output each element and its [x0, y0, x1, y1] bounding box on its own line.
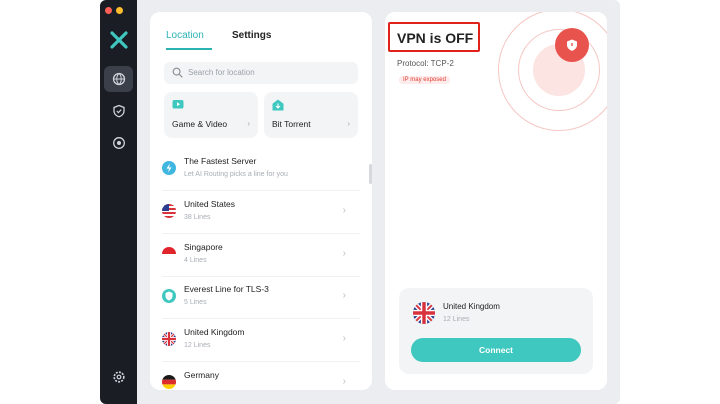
server-subtitle: 12 Lines [184, 342, 211, 349]
sidebar [100, 0, 137, 404]
sidebar-item-location[interactable] [104, 66, 133, 92]
connect-button[interactable]: Connect [411, 338, 581, 362]
selected-location-lines: 12 Lines [443, 316, 470, 323]
list-item-singapore[interactable]: Singapore 4 Lines › [150, 236, 364, 278]
chevron-right-icon[interactable]: › [343, 205, 346, 216]
status-panel: VPN is OFF Protocol: TCP-2 IP may expose… [385, 12, 607, 390]
uk-flag-icon [413, 302, 435, 324]
tab-settings[interactable]: Settings [232, 30, 271, 41]
game-video-icon [172, 100, 184, 109]
chevron-right-icon[interactable]: › [343, 376, 346, 387]
list-item-united-states[interactable]: United States 38 Lines › [150, 193, 364, 235]
server-subtitle: 4 Lines [184, 257, 207, 264]
sidebar-item-settings[interactable] [104, 364, 133, 390]
de-flag-icon [162, 375, 176, 389]
bit-torrent-icon [272, 99, 284, 111]
globe-icon [112, 72, 125, 86]
vpn-toggle-button[interactable] [555, 28, 589, 62]
server-name: Germany [184, 370, 219, 380]
app-window: Location Settings Search for location Ga… [100, 0, 620, 404]
gear-icon [112, 371, 125, 383]
server-name: The Fastest Server [184, 156, 257, 166]
server-subtitle: Let AI Routing picks a line for you [184, 171, 288, 178]
protocol-label: Protocol: TCP-2 [397, 59, 454, 68]
active-tab-indicator [166, 48, 212, 50]
app-logo-icon [110, 31, 128, 49]
ripple-decoration [473, 12, 607, 154]
divider [162, 276, 360, 277]
chevron-right-icon[interactable]: › [343, 248, 346, 259]
shield-check-icon [112, 104, 125, 118]
chevron-right-icon: › [347, 119, 350, 128]
us-flag-icon [162, 204, 176, 218]
server-name: Singapore [184, 242, 223, 252]
sidebar-item-target[interactable] [104, 130, 133, 156]
divider [162, 233, 360, 234]
search-icon [172, 67, 183, 78]
server-name: Everest Line for TLS-3 [184, 284, 269, 294]
location-panel: Location Settings Search for location Ga… [150, 12, 372, 390]
divider [162, 190, 360, 191]
list-item-germany[interactable]: Germany › [150, 364, 364, 390]
lightning-icon [162, 161, 176, 175]
highlight-box [388, 22, 480, 52]
search-placeholder: Search for location [188, 68, 255, 77]
ip-exposed-badge: IP may exposed [399, 76, 450, 84]
connection-card: United Kingdom 12 Lines Connect [399, 288, 593, 374]
chevron-right-icon[interactable]: › [343, 290, 346, 301]
list-item-united-kingdom[interactable]: United Kingdom 12 Lines › [150, 321, 364, 363]
server-name: United States [184, 199, 236, 209]
chevron-right-icon: › [247, 119, 250, 128]
selected-location-name: United Kingdom [443, 302, 500, 311]
server-subtitle: 38 Lines [184, 214, 211, 221]
category-label: Bit Torrent [272, 119, 311, 129]
sidebar-item-security[interactable] [104, 98, 133, 124]
list-item-fastest-server[interactable]: The Fastest Server Let AI Routing picks … [150, 150, 364, 192]
close-window-button[interactable] [105, 7, 112, 14]
uk-flag-icon [162, 332, 176, 346]
shield-icon [162, 289, 176, 303]
tab-location[interactable]: Location [166, 30, 204, 41]
shield-icon [567, 39, 577, 51]
server-subtitle: 5 Lines [184, 299, 207, 306]
category-game-video[interactable]: Game & Video › [164, 92, 258, 138]
category-bit-torrent[interactable]: Bit Torrent › [264, 92, 358, 138]
minimize-window-button[interactable] [116, 7, 123, 14]
list-item-everest-line[interactable]: Everest Line for TLS-3 5 Lines › [150, 278, 364, 320]
sg-flag-icon [162, 247, 176, 261]
category-label: Game & Video [172, 119, 228, 129]
divider [162, 318, 360, 319]
search-input[interactable]: Search for location [164, 62, 358, 84]
server-name: United Kingdom [184, 327, 245, 337]
target-icon [112, 137, 125, 149]
list-scrollbar[interactable] [369, 164, 372, 184]
chevron-right-icon[interactable]: › [343, 333, 346, 344]
divider [162, 361, 360, 362]
